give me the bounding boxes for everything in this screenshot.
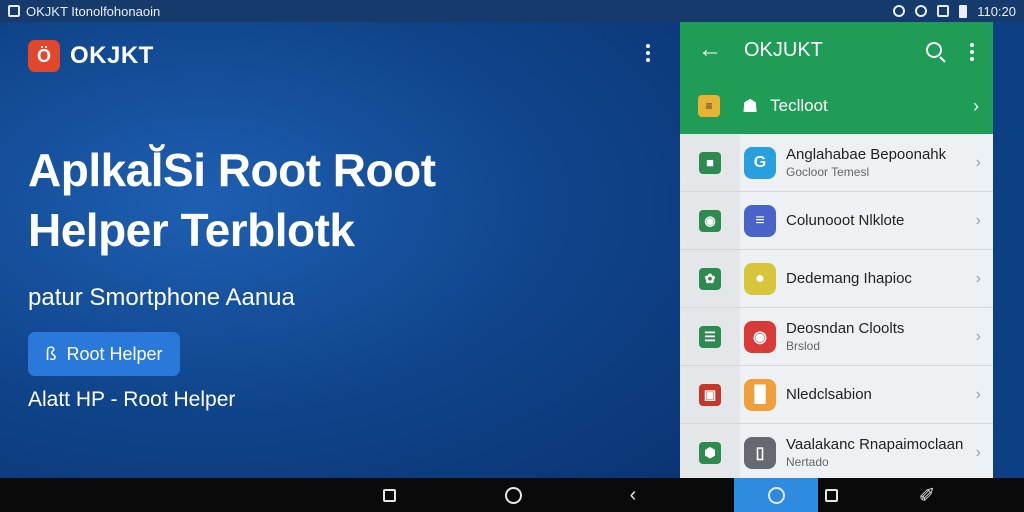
headline-line-2: Helper Terblotk bbox=[28, 204, 355, 256]
chevron-right-icon: › bbox=[975, 153, 981, 171]
battery-icon bbox=[959, 4, 968, 18]
list-item[interactable]: ▣ █ Nledclsabion › bbox=[680, 366, 993, 424]
list-item-title: Anglahabae Bepoonahk bbox=[786, 146, 947, 163]
list-item[interactable]: ☰ ◉ Deosndan Cloolts Brslod › bbox=[680, 308, 993, 366]
active-app-icon bbox=[767, 486, 785, 504]
app-icon: ▯ bbox=[744, 436, 776, 469]
chevron-right-icon: › bbox=[973, 95, 979, 116]
app-icon: ● bbox=[744, 262, 776, 295]
list-item-title: Nledclsabion bbox=[786, 386, 872, 403]
list-item[interactable]: ⬢ ▯ Vaalakanc Rnapaimoclaan Nertado › bbox=[680, 424, 993, 478]
category-icon: ▣ bbox=[699, 383, 721, 406]
root-tools-icon: ☗ bbox=[742, 95, 759, 116]
wifi-icon bbox=[915, 5, 928, 17]
chevron-right-icon: › bbox=[975, 211, 981, 229]
app-icon: █ bbox=[744, 378, 776, 411]
search-icon[interactable] bbox=[926, 42, 942, 58]
list-item-subtitle: Gocloor Temesl bbox=[786, 165, 870, 179]
list-item[interactable]: ◉ ≡ Colunooot Nlklote › bbox=[680, 192, 993, 250]
app-icon: ≡ bbox=[744, 204, 776, 237]
status-bar: OKJKT Itonolfohonaoin 110:20 bbox=[0, 0, 1024, 22]
navigation-bar: ‹ ✐ bbox=[0, 478, 1024, 512]
root-helper-button-label: Root Helper bbox=[66, 343, 163, 364]
headline-line-1: Aplkal̆Si Root Root bbox=[28, 144, 436, 196]
app-icon: G bbox=[744, 146, 776, 179]
home-icon bbox=[504, 486, 522, 504]
chevron-right-icon: › bbox=[975, 327, 981, 345]
app-icon: ◉ bbox=[744, 320, 776, 353]
recents-icon bbox=[824, 488, 838, 502]
edit-icon: ✐ bbox=[918, 484, 936, 507]
list-item-title: Vaalakanc Rnapaimoclaan bbox=[786, 436, 964, 453]
chevron-right-icon: › bbox=[975, 269, 981, 287]
app-panel: ← OKJUKT ≡ ☗ Teclloot › ■ G Anglahabae B… bbox=[680, 22, 993, 478]
notification-text: OKJKT Itonolfohonaoin bbox=[26, 3, 161, 19]
category-icon: ⬢ bbox=[699, 441, 721, 464]
root-helper-icon: ß bbox=[45, 343, 57, 364]
category-icon: ◉ bbox=[699, 209, 721, 232]
root-tools-label: Teclloot bbox=[770, 96, 828, 115]
list-item-title: Deosndan Cloolts bbox=[786, 320, 905, 337]
notification-icon bbox=[8, 5, 20, 17]
clock: 110:20 bbox=[977, 3, 1016, 19]
root-helper-button[interactable]: ß Root Helper bbox=[28, 332, 180, 376]
active-app-button[interactable] bbox=[734, 478, 818, 512]
panel-toolbar: ← OKJUKT ≡ ☗ Teclloot › bbox=[680, 22, 993, 134]
subheadline: patur Smortphone Aanua bbox=[28, 284, 295, 311]
headline: Aplkal̆Si Root Root Helper Terblotk bbox=[28, 140, 588, 260]
chevron-right-icon: › bbox=[975, 443, 981, 461]
edit-button[interactable]: ✐ bbox=[914, 478, 940, 512]
recents-button[interactable] bbox=[376, 478, 402, 512]
chevron-right-icon: › bbox=[975, 385, 981, 403]
list-item-subtitle: Brslod bbox=[786, 339, 821, 353]
category-icon: ☰ bbox=[699, 325, 721, 348]
app-logo-icon: Ö bbox=[28, 40, 60, 72]
list-item-subtitle: Nertado bbox=[786, 455, 829, 469]
overflow-menu-icon[interactable] bbox=[646, 44, 650, 62]
signal-icon bbox=[937, 5, 950, 17]
back-icon: ‹ bbox=[629, 483, 637, 506]
app-header: Ö OKJKT bbox=[28, 40, 154, 72]
panel-overflow-menu-icon[interactable] bbox=[970, 43, 974, 61]
hero-banner: Ö OKJKT Aplkal̆Si Root Root Helper Terbl… bbox=[0, 22, 680, 478]
root-tools-row[interactable]: ≡ ☗ Teclloot › bbox=[680, 86, 993, 126]
list-item-title: Dedemang Ihapioc bbox=[786, 270, 912, 287]
list-item-title: Colunooot Nlklote bbox=[786, 212, 905, 229]
caption: Alatt HP - Root Helper bbox=[28, 388, 236, 411]
back-arrow-icon[interactable]: ← bbox=[698, 36, 722, 64]
alarm-icon bbox=[893, 5, 906, 17]
home-button[interactable] bbox=[500, 478, 526, 512]
root-badge-icon: ≡ bbox=[698, 95, 720, 117]
recents-button-secondary[interactable] bbox=[818, 478, 844, 512]
app-list: ■ G Anglahabae Bepoonahk Gocloor Temesl … bbox=[680, 134, 993, 478]
category-icon: ✿ bbox=[699, 267, 721, 290]
list-item[interactable]: ■ G Anglahabae Bepoonahk Gocloor Temesl … bbox=[680, 134, 993, 192]
back-button[interactable]: ‹ bbox=[620, 478, 646, 512]
list-item[interactable]: ✿ ● Dedemang Ihapioc › bbox=[680, 250, 993, 308]
recents-icon bbox=[382, 488, 396, 502]
panel-title: OKJUKT bbox=[744, 38, 823, 61]
app-name: OKJKT bbox=[70, 42, 154, 69]
category-icon: ■ bbox=[699, 151, 721, 174]
